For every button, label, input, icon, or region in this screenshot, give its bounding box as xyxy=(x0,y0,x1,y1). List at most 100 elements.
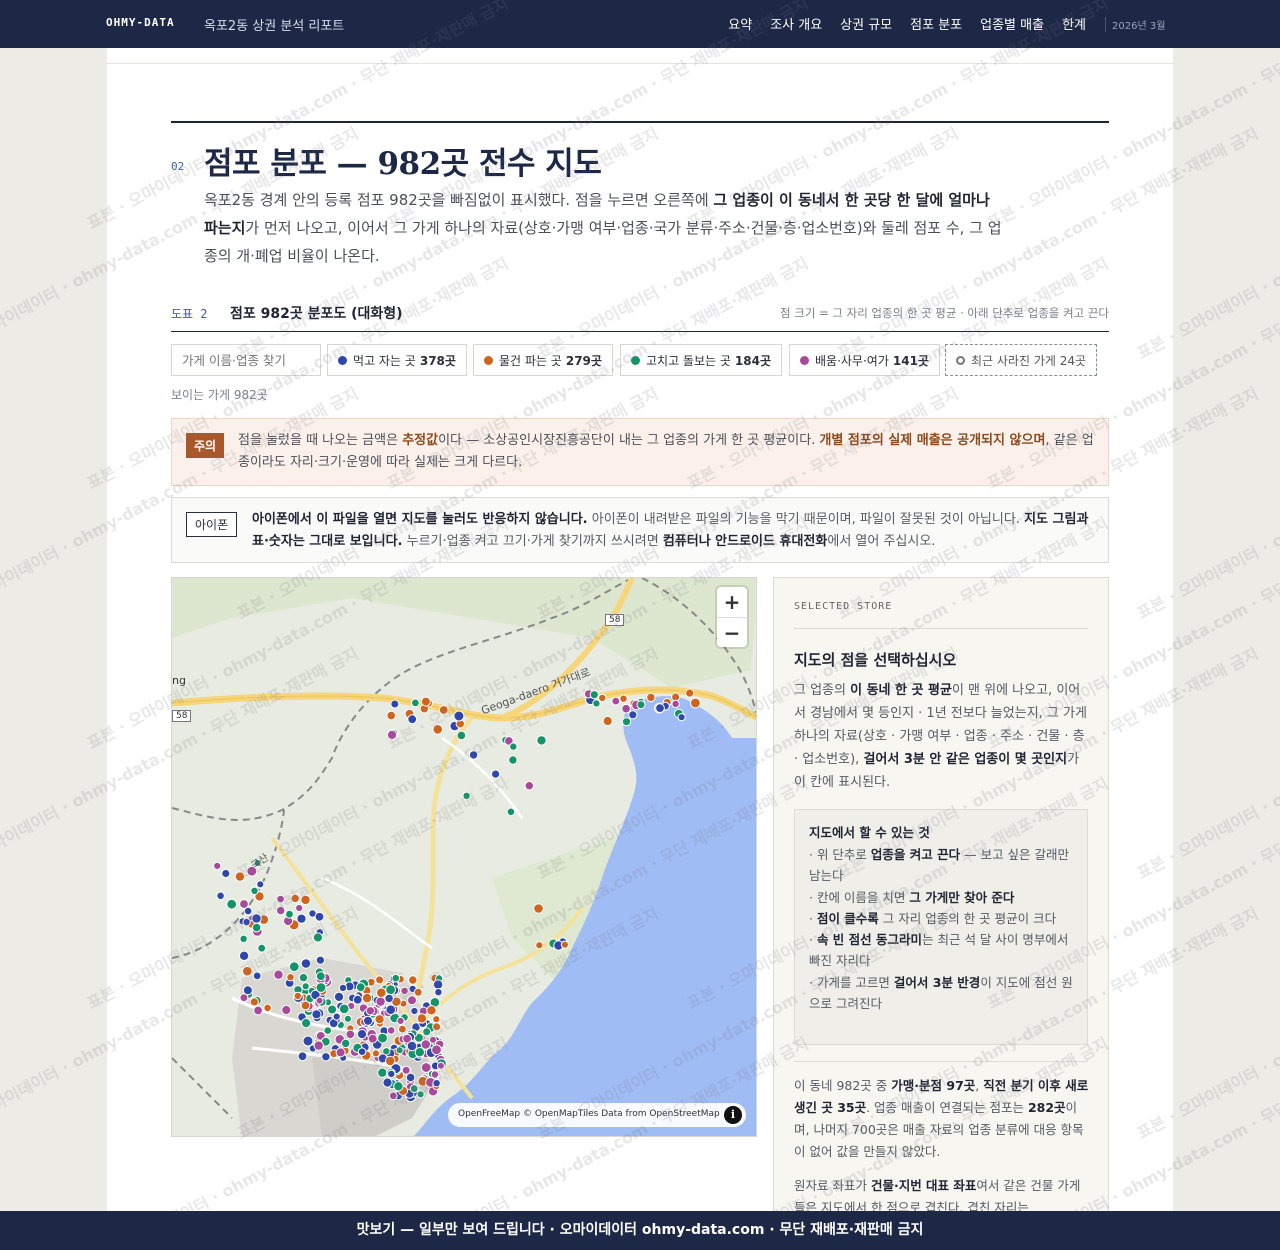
store-marker[interactable] xyxy=(413,987,423,997)
store-marker[interactable] xyxy=(315,996,324,1005)
store-marker[interactable] xyxy=(290,893,300,904)
store-marker[interactable] xyxy=(426,1005,437,1016)
store-marker[interactable] xyxy=(436,1061,445,1070)
store-marker[interactable] xyxy=(491,769,501,779)
store-marker[interactable] xyxy=(598,693,607,703)
filter-food-lodging[interactable]: 먹고 자는 곳 378곳 xyxy=(327,344,467,376)
store-marker[interactable] xyxy=(438,705,449,715)
zoom-in-button[interactable]: + xyxy=(717,587,747,617)
store-marker[interactable] xyxy=(213,861,222,870)
store-marker[interactable] xyxy=(281,1004,292,1016)
filter-education-office-leisure[interactable]: 배움·사무·여가 141곳 xyxy=(789,344,940,376)
store-marker[interactable] xyxy=(363,1015,373,1026)
store-marker[interactable] xyxy=(335,1047,346,1058)
store-marker[interactable] xyxy=(251,913,262,924)
store-marker[interactable] xyxy=(249,997,259,1007)
store-map[interactable]: Geoga-daero 거가대로 58 58 ng 국산 + − OpenFre… xyxy=(171,577,757,1137)
store-marker[interactable] xyxy=(395,1046,404,1055)
store-marker[interactable] xyxy=(338,983,348,993)
info-icon[interactable]: i xyxy=(724,1106,742,1124)
store-marker[interactable] xyxy=(333,991,345,1002)
store-marker[interactable] xyxy=(300,958,312,969)
filter-repair-care[interactable]: 고치고 돌보는 곳 184곳 xyxy=(620,344,783,376)
store-marker[interactable] xyxy=(589,690,599,700)
store-marker[interactable] xyxy=(377,1032,389,1044)
store-marker[interactable] xyxy=(671,699,680,709)
store-marker[interactable] xyxy=(216,891,225,901)
store-marker[interactable] xyxy=(602,715,613,727)
store-marker[interactable] xyxy=(302,1035,314,1047)
store-marker[interactable] xyxy=(343,1014,352,1023)
store-marker[interactable] xyxy=(338,1003,350,1015)
store-marker[interactable] xyxy=(242,917,251,927)
store-marker[interactable] xyxy=(408,975,418,985)
store-marker[interactable] xyxy=(273,969,284,980)
store-marker[interactable] xyxy=(361,992,373,1004)
store-marker[interactable] xyxy=(420,696,431,707)
store-marker[interactable] xyxy=(384,993,394,1004)
store-marker[interactable] xyxy=(311,1009,322,1020)
store-marker[interactable] xyxy=(321,1052,331,1062)
store-marker[interactable] xyxy=(356,1029,368,1040)
store-marker[interactable] xyxy=(560,940,569,949)
store-marker[interactable] xyxy=(406,1040,418,1052)
store-marker[interactable] xyxy=(315,982,327,993)
store-marker[interactable] xyxy=(509,742,518,751)
store-marker[interactable] xyxy=(332,1012,341,1021)
store-marker[interactable] xyxy=(323,1026,332,1035)
store-marker[interactable] xyxy=(375,975,385,985)
store-marker[interactable] xyxy=(355,982,366,993)
store-marker[interactable] xyxy=(411,698,420,708)
store-marker[interactable] xyxy=(301,1018,312,1029)
store-marker[interactable] xyxy=(386,729,398,740)
store-marker[interactable] xyxy=(432,1015,441,1024)
store-marker[interactable] xyxy=(388,1091,398,1101)
store-marker[interactable] xyxy=(234,871,246,882)
store-marker[interactable] xyxy=(386,1026,396,1035)
store-marker[interactable] xyxy=(524,781,534,791)
store-marker[interactable] xyxy=(508,755,518,765)
store-marker[interactable] xyxy=(619,694,628,703)
store-marker[interactable] xyxy=(226,898,238,910)
store-marker[interactable] xyxy=(301,982,310,991)
store-marker[interactable] xyxy=(352,994,363,1005)
store-marker[interactable] xyxy=(422,1027,432,1037)
store-marker[interactable] xyxy=(386,710,396,721)
nav-link-store-distribution[interactable]: 점포 분포 xyxy=(910,14,962,33)
store-marker[interactable] xyxy=(453,710,465,722)
store-marker[interactable] xyxy=(300,1000,311,1011)
store-marker[interactable] xyxy=(621,703,631,714)
store-marker[interactable] xyxy=(409,1084,419,1094)
zoom-out-button[interactable]: − xyxy=(717,617,747,647)
store-marker[interactable] xyxy=(276,894,285,904)
store-marker[interactable] xyxy=(238,950,250,961)
store-marker[interactable] xyxy=(400,986,409,995)
store-marker[interactable] xyxy=(398,1024,407,1034)
store-marker[interactable] xyxy=(385,984,397,996)
store-marker[interactable] xyxy=(430,1070,440,1079)
store-marker[interactable] xyxy=(374,1014,385,1025)
store-marker[interactable] xyxy=(536,735,547,746)
store-marker[interactable] xyxy=(250,886,259,895)
store-marker[interactable] xyxy=(592,699,601,708)
store-marker[interactable] xyxy=(416,1013,428,1024)
store-marker[interactable] xyxy=(252,971,262,981)
store-marker[interactable] xyxy=(357,1047,367,1057)
store-marker[interactable] xyxy=(393,1081,404,1092)
store-marker[interactable] xyxy=(410,1006,419,1016)
store-marker[interactable] xyxy=(677,713,686,722)
store-marker[interactable] xyxy=(375,996,386,1007)
brand-logo[interactable]: OHMY-DATA xyxy=(106,16,175,29)
store-marker[interactable] xyxy=(432,1022,442,1032)
nav-link-market-size[interactable]: 상권 규모 xyxy=(840,14,892,33)
store-marker[interactable] xyxy=(341,1038,351,1049)
store-marker[interactable] xyxy=(253,1005,263,1016)
store-marker[interactable] xyxy=(387,1069,396,1079)
store-marker[interactable] xyxy=(396,1016,405,1025)
store-marker[interactable] xyxy=(242,965,253,977)
store-marker[interactable] xyxy=(420,1062,432,1073)
filter-closed-stores[interactable]: 최근 사라진 가게 24곳 xyxy=(945,344,1098,376)
store-marker[interactable] xyxy=(533,903,544,914)
store-marker[interactable] xyxy=(288,961,300,973)
store-marker[interactable] xyxy=(315,971,326,982)
